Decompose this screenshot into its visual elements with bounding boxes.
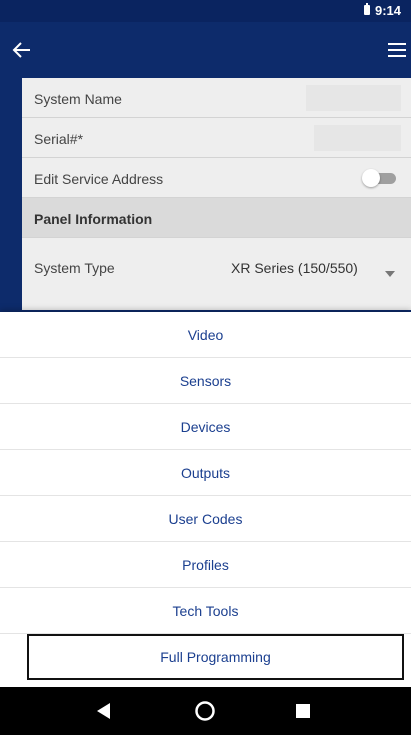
serial-label: Serial#* [34,131,84,147]
system-type-row[interactable]: System Type XR Series (150/550) [22,238,411,278]
system-form: System Name Serial#* Edit Service Addres… [22,78,411,310]
dropdown-arrow-icon[interactable] [385,264,395,277]
battery-icon [364,3,370,15]
menu-item-full-programming[interactable]: Full Programming [27,634,404,680]
toggle-knob [362,169,380,187]
system-name-label: System Name [34,91,122,107]
status-time: 9:14 [375,3,402,18]
hamburger-menu-icon[interactable] [381,34,411,66]
edit-service-address-toggle[interactable] [362,169,398,187]
panel-information-title: Panel Information [34,211,153,227]
system-type-label: System Type [34,260,115,276]
nav-recents-icon[interactable] [279,687,327,735]
menu-item-sensors[interactable]: Sensors [0,358,411,404]
edit-service-address-row: Edit Service Address [22,158,411,198]
app-bar [0,22,411,78]
action-sheet: Video Sensors Devices Outputs User Codes… [0,312,411,687]
system-name-field[interactable] [306,85,401,111]
serial-field[interactable] [314,125,401,151]
status-bar: 9:14 [0,0,411,22]
menu-item-profiles[interactable]: Profiles [0,542,411,588]
menu-item-outputs[interactable]: Outputs [0,450,411,496]
system-nav-bar [0,687,411,735]
nav-back-icon[interactable] [80,687,128,735]
back-arrow-icon[interactable] [6,34,38,66]
serial-row[interactable]: Serial#* [22,118,411,158]
menu-item-video[interactable]: Video [0,312,411,358]
nav-home-icon[interactable] [181,687,229,735]
menu-item-tech-tools[interactable]: Tech Tools [0,588,411,634]
system-type-value[interactable]: XR Series (150/550) [231,260,358,276]
panel-information-header: Panel Information [22,198,411,238]
menu-item-devices[interactable]: Devices [0,404,411,450]
system-name-row[interactable]: System Name [22,78,411,118]
menu-item-user-codes[interactable]: User Codes [0,496,411,542]
edit-service-address-label: Edit Service Address [34,171,164,187]
